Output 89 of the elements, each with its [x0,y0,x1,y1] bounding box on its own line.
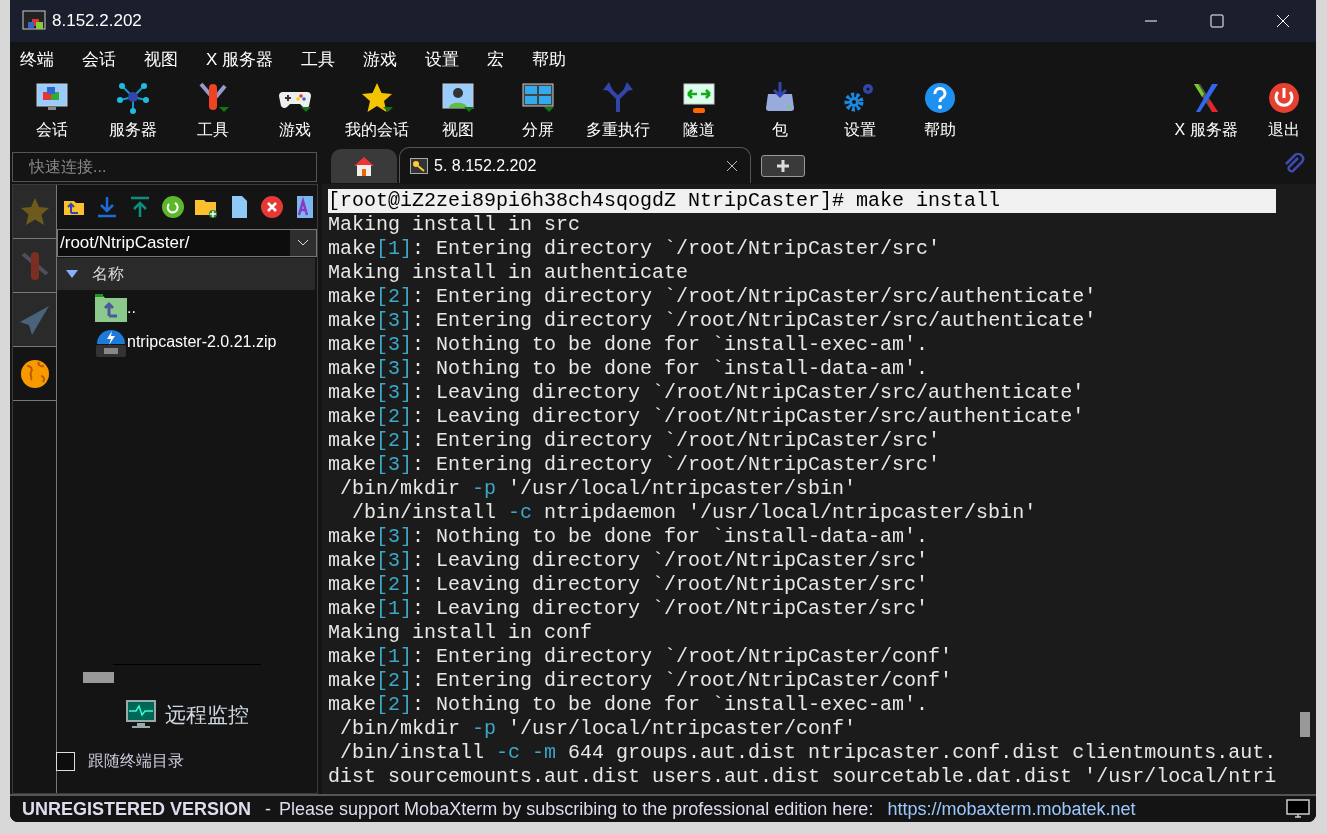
toolbar-button[interactable]: 包 [740,80,820,142]
chevron-down-icon [297,239,309,247]
toolbar-button[interactable]: X 服务器 [1160,80,1252,142]
new-tab-button[interactable] [761,155,805,177]
terminal-line: Making install in src [328,213,581,237]
terminal-line: make[3]: Leaving directory `/root/NtripCaster/src/authenticate' [328,381,1085,405]
toolbar-button[interactable]: 隧道 [658,80,740,142]
toolbar-button[interactable]: 我的会话 [336,80,418,142]
path-field[interactable]: /root/NtripCaster/ [57,229,317,257]
terminal-line: /bin/install -c -m 644 groups.aut.dist ntripcaster.conf.dist clientmounts.aut. [339,741,1277,765]
session-tab[interactable]: 5. 8.152.2.202 [399,147,751,183]
delete-icon[interactable] [260,195,284,219]
terminal-line: Making install in conf [328,621,593,645]
terminal-line: make[2]: Leaving directory `/root/NtripCaster/src' [328,573,929,597]
status-separator: - [265,797,272,821]
terminal-line: make[2]: Entering directory `/root/NtripCaster/conf' [328,669,953,693]
remote-monitor-button[interactable]: 远程监控 [123,698,251,730]
terminal-line: make[2]: Nothing to be done for `install-exec-am'. [328,693,929,717]
terminal-line: make[3]: Nothing to be done for `install-data-am'. [328,525,929,549]
toolbar-button[interactable]: 会话 [10,80,94,142]
help-icon [922,80,958,116]
home-icon [352,155,376,177]
close-tab-button[interactable] [726,159,738,172]
file-row[interactable]: .. [95,291,317,325]
terminal-line: make[3]: Entering directory `/root/NtripCaster/src/authenticate' [328,309,1097,333]
terminal-line: /bin/install -c ntripdaemon '/usr/local/ntripcaster/sbin' [351,501,1037,525]
toolbar-button[interactable]: 帮助 [900,80,980,142]
column-label: 名称 [92,264,124,284]
scrollbar-thumb[interactable] [83,671,114,683]
terminal-line: make[3]: Nothing to be done for `install-exec-am'. [328,333,929,357]
terminal-line: make[2]: Leaving directory `/root/NtripCaster/src/authenticate' [328,405,1085,429]
status-title: UNREGISTERED VERSION [22,797,252,821]
terminal-line: /bin/mkdir -p '/usr/local/ntripcaster/conf' [339,717,857,741]
monitor-icon[interactable] [1286,799,1310,819]
app-icon [22,10,46,32]
scrollbar-thumb[interactable] [1300,712,1310,737]
terminal-line: make[1]: Entering directory `/root/NtripCaster/conf' [328,645,953,669]
network-icon [115,80,151,116]
menu-item[interactable]: 视图 [141,47,181,73]
file-row[interactable]: ntripcaster-2.0.21.zip [95,325,317,359]
menu-item[interactable]: 帮助 [529,47,570,73]
toolbar-button[interactable]: 分屏 [498,80,578,142]
terminal-line: make[1]: Leaving directory `/root/NtripCaster/src' [328,597,929,621]
power-icon [1266,80,1302,116]
refresh-icon[interactable] [161,195,185,219]
key-icon [410,157,428,174]
plus-icon [776,159,790,173]
toolbar-button[interactable]: 多重执行 [578,80,658,142]
quick-connect-field[interactable]: 快速连接... [12,152,317,182]
toolbar-button[interactable]: 视图 [418,80,498,142]
maximize-icon [1210,14,1224,28]
status-message: Please support MobaXterm by subscribing to the professional edition here: [279,797,874,821]
download-icon[interactable] [95,195,119,219]
toolbar-button[interactable]: 工具 [172,80,254,142]
website-link[interactable]: https://mobaxterm.mobatek.net [887,795,1136,822]
monitor-icon [125,699,157,730]
tunnel-icon [681,80,717,116]
terminal-line: make[3]: Entering directory `/root/NtripCaster/src' [328,453,941,477]
menu-item[interactable]: 宏 [484,47,508,73]
terminal-line: /bin/mkdir -p '/usr/local/ntripcaster/sbin' [339,477,857,501]
checkbox-label: 跟随终端目录 [88,751,184,771]
checkbox[interactable] [56,751,75,771]
terminal-line: make[3]: Leaving directory `/root/NtripCaster/src' [328,549,929,573]
terminal-line: make[2]: Entering directory `/root/NtripCaster/src' [328,429,941,453]
menu-item[interactable]: 会话 [79,47,119,73]
expand-icon [66,269,78,279]
folder-up-icon [95,294,127,322]
toolbar-button[interactable]: 服务器 [94,80,172,142]
close-icon [726,159,738,172]
terminal-line: make[3]: Nothing to be done for `install-data-am'. [328,357,929,381]
toolbar-button[interactable]: 设置 [820,80,900,142]
menu-item[interactable]: 工具 [298,47,339,73]
terminal-line: Making install in authenticate [328,261,689,285]
toolbar-button[interactable]: 退出 [1252,80,1316,142]
toolbar-button[interactable]: 游戏 [254,80,336,142]
home-tab[interactable] [331,149,397,183]
upload-icon[interactable] [128,195,152,219]
menu-item[interactable]: 终端 [17,47,57,73]
terminal-line: dist sourcemounts.aut.dist users.aut.dist sourcetable.dat.dist '/usr/local/ntri [328,765,1277,789]
window-title: 8.152.2.202 [52,10,142,33]
terminal[interactable] [322,184,1316,794]
tab-label: 5. 8.152.2.202 [434,155,537,176]
menu-item[interactable]: X 服务器 [203,47,277,73]
column-header[interactable]: 名称 [57,258,315,290]
menu-item[interactable]: 设置 [422,47,463,73]
terminal-line: make[2]: Entering directory `/root/NtripCaster/src/authenticate' [328,285,1097,309]
close-icon [1276,14,1290,28]
menu-item[interactable]: 游戏 [360,47,401,73]
terminal-line: make[1]: Entering directory `/root/NtripCaster/src' [328,237,941,261]
